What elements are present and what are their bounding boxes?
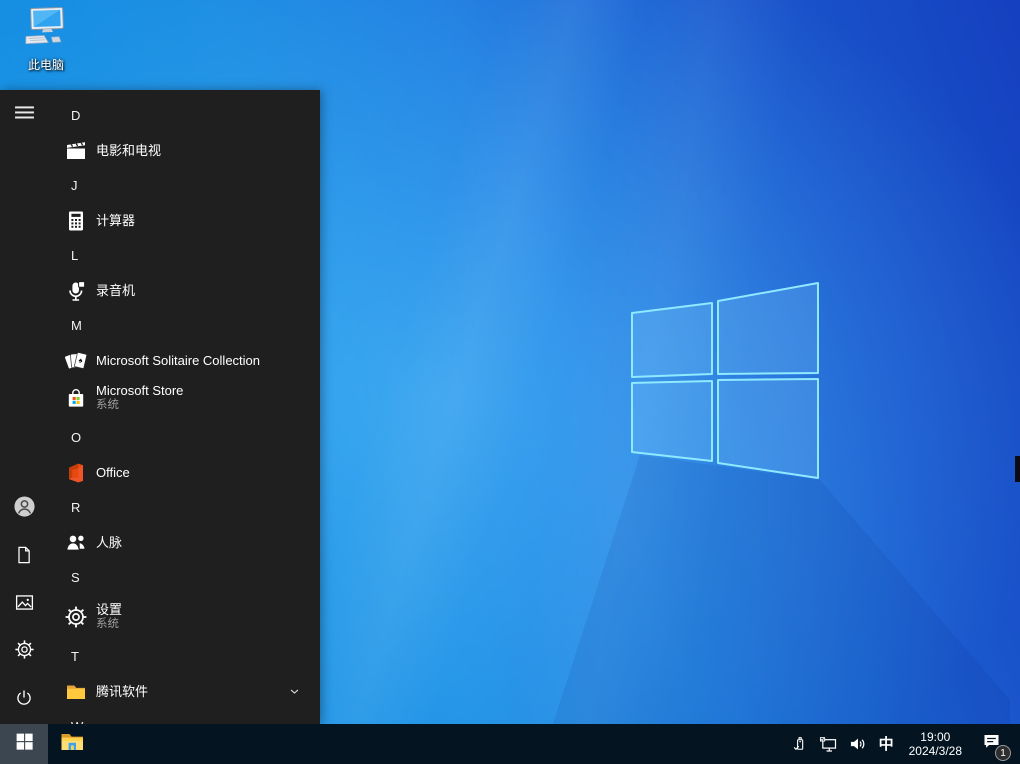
app-label: 电影和电视 (96, 142, 162, 158)
app-label: 设置 (96, 602, 123, 618)
app-section-T[interactable]: T (48, 638, 320, 675)
app-label: 录音机 (96, 282, 136, 298)
app-section-D[interactable]: D (48, 97, 320, 134)
desktop-icon-this-pc[interactable]: 此电脑 (8, 6, 84, 82)
gear-outline-icon (14, 639, 35, 665)
voice-recorder-icon (64, 279, 88, 303)
app-section-M[interactable]: M (48, 307, 320, 344)
app-section-S[interactable]: S (48, 559, 320, 596)
section-letter: T (71, 649, 79, 664)
clock-time: 19:00 (920, 730, 951, 744)
app-section-J[interactable]: J (48, 167, 320, 204)
volume-icon[interactable] (848, 734, 868, 754)
document-icon (14, 545, 34, 570)
movies-tv-icon (64, 139, 88, 163)
app-item[interactable]: 录音机 (48, 274, 320, 307)
app-item[interactable]: Microsoft Store 系统 (48, 377, 320, 419)
app-label: 人脉 (96, 534, 123, 550)
notification-badge: 1 (995, 745, 1011, 761)
settings-button[interactable] (0, 632, 48, 672)
start-menu-rail (0, 90, 48, 724)
clock-date: 2024/3/28 (908, 744, 962, 758)
taskbar: 中 19:00 2024/3/28 1 (0, 724, 1020, 764)
start-button[interactable] (0, 724, 48, 764)
section-letter: D (71, 108, 81, 123)
power-icon (14, 688, 34, 713)
chevron-down-icon (287, 684, 302, 699)
taskbar-clock[interactable]: 19:00 2024/3/28 (905, 730, 966, 758)
file-explorer-icon (59, 729, 85, 760)
app-item[interactable]: ♠ Microsoft Solitaire Collection (48, 344, 320, 377)
app-list: D 电影和电视 J 计算器 L 录音机 M ♠ Microsoft Solitaire Coll… (48, 90, 320, 724)
app-section-R[interactable]: R (48, 489, 320, 526)
documents-button[interactable] (0, 537, 48, 577)
user-button[interactable] (0, 489, 48, 529)
app-label: 计算器 (96, 212, 136, 228)
cursor-artifact (1015, 456, 1020, 482)
people-icon (64, 531, 88, 555)
settings-gear-icon (64, 605, 88, 629)
menu-button[interactable] (0, 95, 48, 135)
file-explorer-button[interactable] (48, 724, 96, 764)
pictures-icon (14, 592, 35, 618)
app-label: Office (96, 464, 130, 480)
usb-eject-icon[interactable] (790, 735, 809, 754)
taskbar-empty-area (96, 724, 790, 764)
section-letter: O (71, 430, 82, 445)
app-label: Microsoft Store (96, 383, 184, 399)
app-sublabel: 系统 (96, 398, 119, 411)
solitaire-icon: ♠ (64, 349, 88, 373)
section-letter: R (71, 500, 81, 515)
start-icon (14, 731, 35, 757)
action-center-button[interactable]: 1 (981, 731, 1011, 761)
app-item[interactable]: Office (48, 456, 320, 489)
app-section-O[interactable]: O (48, 419, 320, 456)
app-section-L[interactable]: L (48, 237, 320, 274)
app-item[interactable]: 腾讯软件 (48, 675, 320, 708)
computer-icon (22, 6, 70, 55)
app-sublabel: 系统 (96, 617, 119, 630)
app-item[interactable]: 人脉 (48, 526, 320, 559)
power-button[interactable] (0, 680, 48, 720)
desktop-icon-label: 此电脑 (27, 58, 64, 72)
ime-indicator[interactable]: 中 (877, 737, 896, 752)
section-letter: L (71, 248, 79, 263)
system-tray: 中 19:00 2024/3/28 1 (790, 724, 1020, 764)
office-icon (64, 461, 88, 485)
app-item[interactable]: 设置 系统 (48, 596, 320, 638)
user-icon (13, 495, 36, 523)
folder-icon (64, 680, 88, 704)
pictures-button[interactable] (0, 585, 48, 625)
app-label: Microsoft Solitaire Collection (96, 352, 261, 368)
store-icon (64, 386, 88, 410)
app-label: 腾讯软件 (96, 683, 149, 699)
hamburger-icon (14, 102, 35, 128)
app-item[interactable]: 电影和电视 (48, 134, 320, 167)
section-letter: M (71, 318, 82, 333)
app-section-W[interactable]: W (48, 708, 320, 724)
network-icon[interactable] (818, 734, 839, 755)
section-letter: J (71, 178, 78, 193)
app-item[interactable]: 计算器 (48, 204, 320, 237)
section-letter: S (71, 570, 80, 585)
start-menu: D 电影和电视 J 计算器 L 录音机 M ♠ Microsoft Solitaire Coll… (0, 90, 320, 724)
calculator-icon (64, 209, 88, 233)
